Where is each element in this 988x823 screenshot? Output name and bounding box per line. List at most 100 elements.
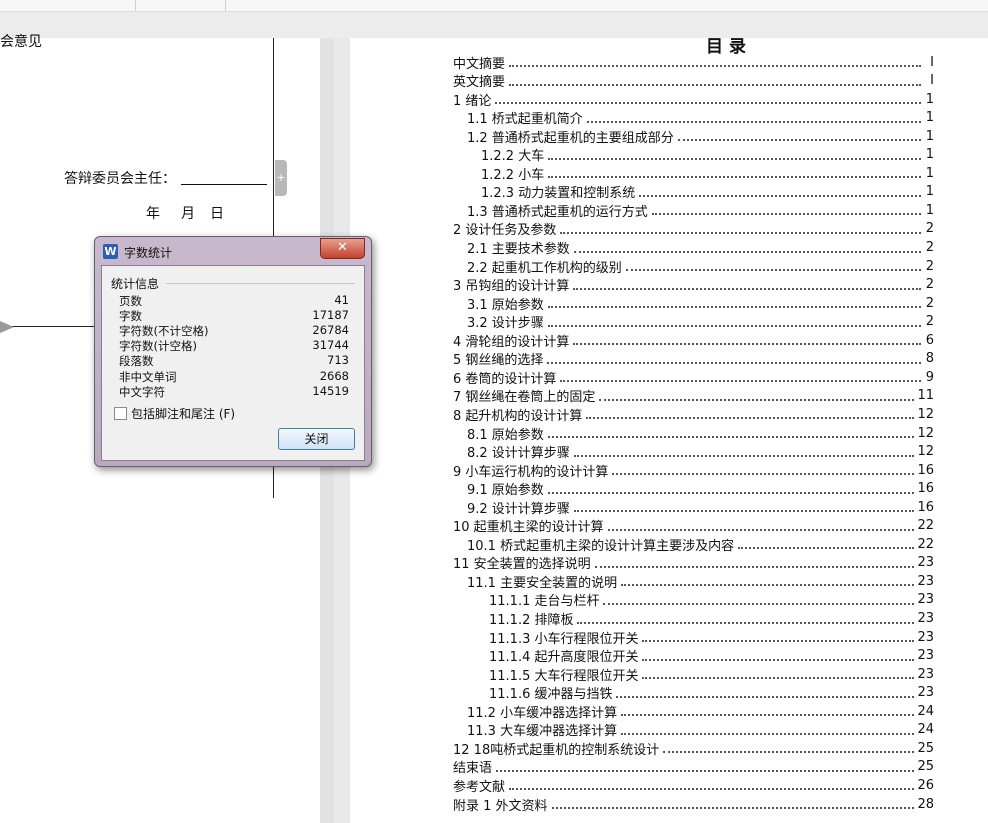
- toc-entry-title: 4 滑轮组的设计计算: [453, 334, 570, 350]
- toc-entry[interactable]: 10.1 桥式起重机主梁的设计计算主要涉及内容 22: [467, 535, 934, 554]
- toc-entry-title: 9.1 原始参数: [467, 483, 544, 499]
- toc-entry-page: 1: [925, 128, 934, 144]
- toc-entry[interactable]: 附录 1 外文资料 28: [453, 795, 934, 814]
- toc-leader-dots: [547, 315, 921, 327]
- arrow-left-icon[interactable]: [0, 321, 14, 333]
- collapse-toggle-button[interactable]: +: [275, 160, 287, 196]
- toc-leader-dots: [616, 686, 915, 698]
- toolbar-separator: [225, 0, 226, 11]
- toc-entry[interactable]: 3 吊钩组的设计计算 2: [453, 276, 934, 294]
- toc-leader-dots: [548, 166, 921, 179]
- toc-entry[interactable]: 2 设计任务及参数 2: [453, 220, 934, 238]
- toc-entry[interactable]: 1.1 桥式起重机简介 1: [467, 109, 934, 127]
- date-day: 日: [210, 206, 224, 222]
- toc-leader-dots: [677, 129, 921, 142]
- toc-entry[interactable]: 1.2.2 大车 1: [481, 146, 934, 164]
- toc-leader-dots: [573, 278, 921, 290]
- toc-entry[interactable]: 8.1 原始参数 12: [467, 424, 934, 443]
- stat-row: 非中文单词 2668: [119, 369, 349, 384]
- toc-entry-title: 12 18吨桥式起重机的控制系统设计: [453, 742, 660, 758]
- toc-entry[interactable]: 1.2 普通桥式起重机的主要组成部分 1: [467, 127, 934, 146]
- stat-row: 字符数(计空格) 31744: [119, 338, 349, 353]
- toc-entry-page: 23: [917, 666, 934, 682]
- toc-entry[interactable]: 11.1.5 大车行程限位开关 23: [489, 665, 934, 684]
- footnote-checkbox-label[interactable]: 包括脚注和尾注 (F): [131, 405, 235, 422]
- toc-entry[interactable]: 11 安全装置的选择说明 23: [453, 554, 934, 572]
- toc-entry-title: 1.2 普通桥式起重机的主要组成部分: [467, 130, 674, 146]
- stat-label: 字符数(计空格): [119, 339, 197, 354]
- toc-entry[interactable]: 8 起升机构的设计计算 12: [453, 405, 934, 424]
- toc-entry[interactable]: 1.2.2 小车 1: [481, 164, 934, 183]
- toc-entry[interactable]: 参考文献 26: [453, 776, 934, 795]
- toc-entry-title: 8 起升机构的设计计算: [453, 408, 583, 424]
- toc-entry[interactable]: 中文摘要 I: [453, 53, 934, 72]
- stat-row: 中文字符 14519: [119, 384, 349, 399]
- toc-entry[interactable]: 2.2 起重机工作机构的级别 2: [467, 257, 934, 276]
- stat-label: 字符数(不计空格): [119, 324, 209, 339]
- toc-entry[interactable]: 1 绪论 1: [453, 90, 934, 109]
- toc-entry[interactable]: 11.1.6 缓冲器与挡铁 23: [489, 684, 934, 702]
- toc-entry-title: 3.1 原始参数: [467, 297, 544, 313]
- toc-entry[interactable]: 11.1.4 起升高度限位开关 23: [489, 647, 934, 665]
- toc-entry-page: 22: [917, 518, 934, 534]
- toc-entry-page: 1: [925, 91, 934, 107]
- toc-entry-title: 11.3 大车缓冲器选择计算: [467, 724, 618, 740]
- toc-leader-dots: [642, 649, 915, 661]
- close-icon[interactable]: ✕: [320, 238, 365, 259]
- toc-entry[interactable]: 9.1 原始参数 16: [467, 480, 934, 498]
- toc-entry[interactable]: 9.2 设计计算步骤 16: [467, 498, 934, 517]
- toc-entry[interactable]: 2.1 主要技术参数 2: [467, 239, 934, 257]
- toc-entry[interactable]: 8.2 设计计算步骤 12: [467, 443, 934, 461]
- toc-leader-dots: [551, 797, 915, 809]
- toc-entry-title: 11.1.5 大车行程限位开关: [489, 668, 639, 684]
- close-button[interactable]: 关闭: [278, 428, 355, 450]
- toc-entry[interactable]: 3.2 设计步骤 2: [467, 313, 934, 331]
- toc-entry-page: 2: [925, 240, 934, 255]
- toc-entry[interactable]: 12 18吨桥式起重机的控制系统设计 25: [453, 739, 934, 758]
- toc-entry-page: 26: [917, 777, 934, 793]
- toc-entry[interactable]: 英文摘要 I: [453, 72, 934, 90]
- toc-entry-title: 附录 1 外文资料: [453, 798, 548, 814]
- toc-entry[interactable]: 11.2 小车缓冲器选择计算 24: [467, 702, 934, 721]
- toc-entry-title: 结束语: [453, 761, 493, 777]
- toc-entry-page: 8: [925, 351, 934, 367]
- toc-entry[interactable]: 结束语 25: [453, 758, 934, 776]
- footnote-checkbox[interactable]: [114, 407, 127, 420]
- toc-entry[interactable]: 1.2.3 动力装置和控制系统 1: [481, 183, 934, 201]
- stat-label: 中文字符: [119, 384, 165, 399]
- toc-entry[interactable]: 3.1 原始参数 2: [467, 294, 934, 313]
- toc-leader-dots: [547, 482, 915, 494]
- toc-leader-dots: [509, 778, 915, 791]
- toc-entry[interactable]: 11.1.3 小车行程限位开关 23: [489, 628, 934, 647]
- toc-entry[interactable]: 4 滑轮组的设计计算 6: [453, 331, 934, 350]
- toc-leader-dots: [738, 537, 915, 550]
- toc-entry[interactable]: 5 钢丝绳的选择 8: [453, 350, 934, 368]
- toc-entry-page: 28: [917, 796, 934, 812]
- toc-leader-dots: [651, 203, 921, 216]
- toc-entry[interactable]: 7 钢丝绳在卷筒上的固定 11: [453, 387, 934, 405]
- stat-label: 非中文单词: [119, 369, 177, 384]
- toc-entry[interactable]: 11.1 主要安全装置的说明 23: [467, 572, 934, 591]
- toc-entry-page: 23: [917, 629, 934, 645]
- toc-entry-title: 11.1.6 缓冲器与挡铁: [489, 687, 613, 703]
- toc-entry[interactable]: 6 卷筒的设计计算 9: [453, 368, 934, 387]
- toc-entry-page: 1: [925, 165, 934, 181]
- dialog-titlebar[interactable]: W 字数统计 ✕: [95, 237, 371, 265]
- toolbar-area: [0, 0, 988, 38]
- toc-entry[interactable]: 9 小车运行机构的设计计算 16: [453, 461, 934, 480]
- toc-entry-page: 2: [925, 295, 934, 311]
- toc-entry-title: 5 钢丝绳的选择: [453, 353, 544, 369]
- toc-entry-page: 2: [925, 314, 934, 330]
- toc-entry[interactable]: 10 起重机主梁的设计计算 22: [453, 517, 934, 535]
- toc-entry[interactable]: 1.3 普通桥式起重机的运行方式 1: [467, 201, 934, 220]
- toc-entry[interactable]: 11.1.1 走台与栏杆 23: [489, 591, 934, 609]
- toc-entry[interactable]: 11.3 大车缓冲器选择计算 24: [467, 721, 934, 739]
- toc-entry-title: 8.1 原始参数: [467, 427, 544, 443]
- toc-leader-dots: [509, 74, 921, 86]
- toc-entry[interactable]: 11.1.2 排障板 23: [489, 610, 934, 628]
- toc-entry-title: 11 安全装置的选择说明: [453, 557, 591, 573]
- toc-entry-page: 11: [917, 388, 934, 404]
- toc-leader-dots: [621, 723, 915, 735]
- toc-entry-page: 23: [917, 611, 934, 626]
- stat-row: 段落数 713: [119, 353, 349, 368]
